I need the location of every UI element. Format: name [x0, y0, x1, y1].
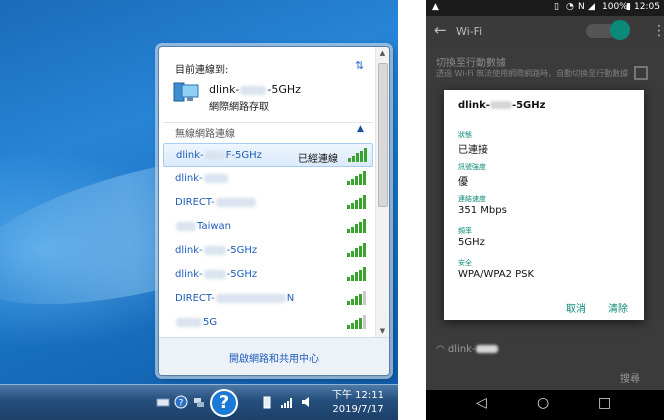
clock-date: 2019/7/17	[332, 404, 384, 415]
scroll-thumb[interactable]	[378, 63, 388, 207]
help-highlight-icon[interactable]: ?	[210, 389, 238, 417]
network-list: dlink- F-5GHz 已經連線 dlink- DIRECT- Taiwan …	[159, 143, 375, 335]
signal-strength-icon	[347, 267, 366, 281]
security-value: WPA/WPA2 PSK	[458, 269, 535, 280]
signal-value: 優	[458, 177, 468, 188]
devices-icon[interactable]	[192, 395, 206, 409]
help-icon[interactable]: ?	[174, 395, 188, 409]
network-details-dialog: dlink- -5GHz 狀態 已連接 訊號強度 優 連結速度 351 Mbps …	[444, 90, 644, 320]
network-sharing-center-link[interactable]: 開啟網路和共用中心	[159, 350, 389, 365]
frequency-label: 頻率	[458, 227, 472, 235]
network-item[interactable]: dlink- -5GHz	[163, 263, 373, 287]
signal-strength-icon	[347, 243, 366, 257]
current-connection: 目前連線到: ⇅ dlink- -5GHz 網際網路存取	[159, 47, 375, 119]
frequency-value: 5GHz	[458, 237, 485, 248]
signal-label: 訊號強度	[458, 163, 486, 171]
battery-icon[interactable]	[260, 395, 274, 409]
status-time: 12:05	[634, 2, 660, 12]
scroll-up-icon[interactable]: ▲	[376, 47, 389, 59]
link-speed-value: 351 Mbps	[458, 205, 507, 216]
wifi-signal-icon[interactable]	[280, 395, 294, 409]
signal-strength-icon	[347, 219, 366, 233]
network-item[interactable]: dlink-	[163, 167, 373, 191]
system-clock[interactable]: 下午 12:11 2019/7/17	[320, 389, 396, 417]
network-item[interactable]: dlink- F-5GHz 已經連線	[163, 143, 373, 167]
flyout-footer: 開啟網路和共用中心	[159, 337, 389, 375]
link-speed-label: 連結速度	[458, 195, 486, 203]
android-screen: ▲ ▯ ◔ N ◢ 100% ▮ 12:05 ← Wi-Fi ⋮ 切換至行動數據…	[426, 0, 664, 420]
signal-strength-icon	[347, 195, 366, 209]
nav-back-icon[interactable]: ◁	[476, 395, 487, 411]
signal-strength-icon	[347, 171, 366, 185]
vibrate-icon: ▯	[554, 2, 559, 12]
nfc-icon: N	[578, 2, 585, 12]
refresh-icon[interactable]: ⇅	[355, 59, 364, 72]
network-monitor-icon	[173, 82, 199, 102]
network-item[interactable]: Taiwan	[163, 215, 373, 239]
taskbar: ? ? 下午 12:11 2019/7/17	[0, 384, 398, 420]
windows-desktop: 目前連線到: ⇅ dlink- -5GHz 網際網路存取 無線網路連線 ▲ dli…	[0, 0, 398, 420]
cell-signal-icon: ◢	[588, 2, 595, 12]
status-value: 已連接	[458, 145, 488, 156]
switch-mobile-data-desc: 透過 Wi-Fi 無法使用網際網路時，自動切換至行動數據	[436, 69, 629, 78]
cancel-button[interactable]: 取消	[566, 300, 586, 315]
network-item[interactable]: DIRECT-	[163, 191, 373, 215]
signal-strength-icon	[347, 291, 366, 305]
wifi-status-icon: ◔	[566, 2, 574, 12]
signal-strength-icon	[348, 148, 367, 162]
wifi-flyout: 目前連線到: ⇅ dlink- -5GHz 網際網路存取 無線網路連線 ▲ dli…	[158, 46, 390, 376]
nav-home-icon[interactable]: ○	[537, 395, 549, 411]
status-label: 狀態	[458, 131, 472, 139]
switch-mobile-data-title: 切換至行動數據	[436, 58, 506, 69]
security-label: 安全	[458, 259, 472, 267]
svg-text:?: ?	[179, 399, 184, 409]
wifi-toggle-knob[interactable]	[610, 20, 630, 40]
collapse-caret-icon[interactable]: ▲	[357, 124, 364, 134]
wireless-section-title: 無線網路連線	[175, 129, 235, 140]
dialog-title: dlink- -5GHz	[458, 100, 546, 111]
keyboard-icon[interactable]	[156, 395, 170, 409]
app-bar-title: Wi-Fi	[456, 25, 483, 38]
section-divider	[163, 122, 373, 123]
battery-percent: 100%	[602, 2, 628, 12]
network-item[interactable]: DIRECT- N	[163, 287, 373, 311]
navigation-bar: ◁ ○ □	[426, 390, 664, 420]
search-button[interactable]: 搜尋	[620, 370, 640, 385]
back-arrow-icon[interactable]: ←	[434, 21, 447, 39]
currently-connected-label: 目前連線到:	[175, 65, 229, 76]
forget-button[interactable]: 清除	[608, 300, 628, 315]
battery-status-icon: ▮	[626, 2, 631, 12]
app-bar: ← Wi-Fi ⋮	[426, 16, 664, 46]
wifi-network-icon: ◠	[436, 344, 448, 355]
more-options-icon[interactable]: ⋮	[652, 23, 664, 39]
volume-icon[interactable]	[300, 395, 314, 409]
notification-icon: ▲	[432, 2, 439, 12]
signal-strength-icon	[347, 315, 366, 329]
nav-recents-icon[interactable]: □	[598, 395, 611, 411]
network-item[interactable]: 5G	[163, 311, 373, 335]
connected-status: 已經連線	[298, 154, 338, 165]
status-bar: ▲ ▯ ◔ N ◢ 100% ▮ 12:05	[426, 0, 664, 16]
current-network-name: dlink- -5GHz	[209, 83, 301, 96]
network-item[interactable]: dlink- -5GHz	[163, 239, 373, 263]
switch-mobile-data-checkbox[interactable]	[634, 66, 648, 80]
current-network-type: 網際網路存取	[209, 102, 269, 113]
scroll-down-icon[interactable]: ▼	[376, 325, 389, 337]
network-row[interactable]: ◠ dlink-	[436, 344, 498, 355]
clock-time: 下午 12:11	[332, 390, 384, 401]
flyout-scrollbar[interactable]: ▲ ▼	[375, 47, 389, 337]
